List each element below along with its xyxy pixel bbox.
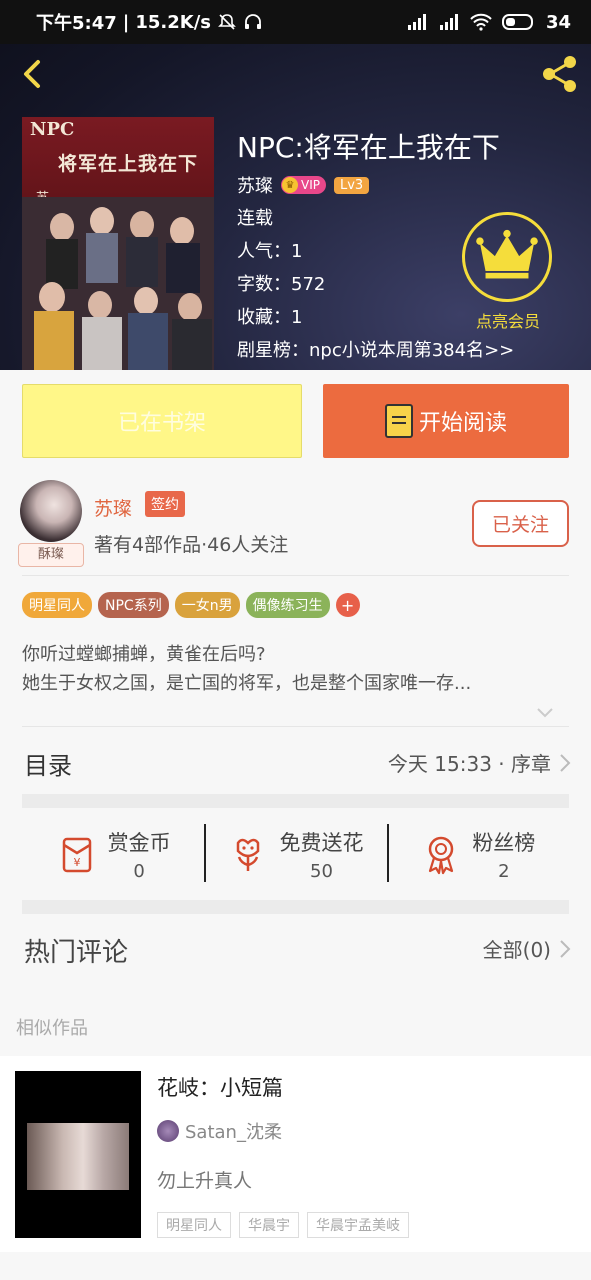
divider: [22, 575, 569, 576]
toc-latest-chapter: 今天 15:33 · 序章: [387, 752, 551, 776]
book-word-count: 字数：572: [237, 274, 326, 295]
signal-icon: [439, 14, 458, 30]
start-reading-label: 开始阅读: [418, 411, 507, 436]
avatar-name-tag: 酥璨: [18, 543, 84, 567]
mute-icon: [218, 14, 236, 30]
similar-works-heading: 相似作品: [16, 1018, 88, 1039]
back-arrow-icon[interactable]: [12, 52, 52, 96]
section-separator: [22, 794, 569, 808]
add-tag-button[interactable]: +: [335, 593, 360, 617]
chevron-right-icon: [560, 939, 571, 958]
all-comments-link: 全部(0): [482, 938, 551, 962]
followed-button[interactable]: 已关注: [472, 500, 569, 547]
author-card[interactable]: 酥璨 苏璨 签约 著有4部作品·46人关注 已关注: [0, 470, 591, 575]
cover-title-text: 将军在上我在下: [58, 153, 199, 175]
table-of-contents-row[interactable]: 目录 今天 15:33 · 序章: [0, 728, 591, 794]
cover-group-photo: [22, 197, 214, 370]
book-header: 下午5:47 | 15.2K/s 34 NPC 将军在上我在下 苏璨: [0, 0, 591, 370]
similar-work-author[interactable]: Satan_沈柔: [157, 1118, 282, 1144]
toc-label: 目录: [24, 752, 72, 780]
book-icon: [384, 404, 413, 438]
crown-icon: ♛: [282, 177, 298, 193]
description-line: 她生于女权之国，是亡国的将军，也是整个国家唯一存...: [22, 673, 472, 694]
similar-author-name: Satan_沈柔: [185, 1122, 282, 1143]
similar-work-card[interactable]: 花岐：小短篇 Satan_沈柔 勿上升真人 明星同人 华晨宇 华晨宇孟美岐: [0, 1056, 591, 1252]
similar-cover-photo: [27, 1123, 129, 1190]
tag-item[interactable]: 一女n男: [174, 592, 240, 618]
network-speed: 15.2K/s: [135, 11, 212, 33]
tag-item[interactable]: 明星同人: [22, 592, 92, 618]
hot-comments-row[interactable]: 热门评论 全部(0): [0, 916, 591, 982]
similar-work-cover[interactable]: [15, 1071, 141, 1238]
expand-chevron-icon[interactable]: [535, 702, 555, 722]
tag-list: 明星同人 NPC系列 一女n男 偶像练习生 +: [22, 592, 360, 618]
fan-ranking-button[interactable]: 粉丝榜 2: [386, 810, 569, 898]
tag-item[interactable]: 偶像练习生: [245, 592, 330, 618]
chevron-right-icon: [560, 753, 571, 772]
book-author[interactable]: 苏璨: [237, 172, 273, 198]
nav-bar: [0, 44, 591, 104]
headset-icon: [245, 14, 262, 29]
author-avatar[interactable]: [20, 480, 82, 542]
similar-work-title: 花岐：小短篇: [157, 1076, 283, 1100]
medal-icon: [429, 836, 454, 875]
vip-member-label[interactable]: 点亮会员: [463, 308, 553, 332]
free-flower-button[interactable]: 免费送花 50: [204, 810, 386, 898]
book-author-row: 苏璨 ♛ VIP Lv3: [237, 172, 370, 198]
book-description[interactable]: 你听过螳螂捕蝉，黄雀在后吗? 她生于女权之国，是亡国的将军，也是整个国家唯一存.…: [22, 640, 562, 698]
book-ranking-link[interactable]: 剧星榜：npc小说本周第384名>>: [237, 336, 514, 362]
wifi-icon: [470, 13, 492, 31]
interaction-stats: ¥ 赏金币 0 免费送花 50 粉丝榜 2: [22, 810, 569, 898]
similar-tag[interactable]: 明星同人: [157, 1212, 231, 1238]
vip-badge: ♛ VIP: [281, 176, 326, 194]
author-name[interactable]: 苏璨: [94, 494, 132, 521]
similar-work-desc: 勿上升真人: [157, 1170, 253, 1192]
cover-npc-text: NPC: [30, 119, 75, 140]
status-time: 下午5:47: [36, 13, 117, 34]
on-shelf-label: 已在书架: [117, 411, 206, 436]
signed-badge: 签约: [145, 491, 185, 517]
stat-name: 粉丝榜: [472, 830, 536, 855]
similar-work-tags: 明星同人 华晨宇 华晨宇孟美岐: [157, 1212, 409, 1238]
stat-name: 赏金币: [107, 830, 171, 855]
hot-comments-label: 热门评论: [24, 938, 129, 968]
similar-tag[interactable]: 华晨宇: [239, 1212, 299, 1238]
book-favorites: 收藏：1: [237, 307, 303, 328]
similar-tag[interactable]: 华晨宇孟美岐: [307, 1212, 409, 1238]
level-badge: Lv3: [333, 176, 370, 194]
book-popularity: 人气：1: [237, 241, 303, 262]
red-envelope-icon: ¥: [62, 837, 91, 873]
book-cover[interactable]: NPC 将军在上我在下 苏璨: [22, 117, 214, 370]
stat-value: 2: [498, 860, 510, 882]
signal-hd-icon: [407, 14, 426, 30]
tag-item[interactable]: NPC系列: [98, 592, 169, 618]
divider: [22, 726, 569, 727]
section-separator: [22, 900, 569, 914]
share-icon[interactable]: [537, 52, 583, 96]
book-title: NPC:将军在上我在下: [237, 131, 500, 164]
reward-coins-button[interactable]: ¥ 赏金币 0: [22, 810, 204, 898]
stat-value: 0: [133, 860, 145, 882]
followed-label: 已关注: [491, 514, 549, 536]
battery-icon: [501, 14, 533, 30]
author-info: 著有4部作品·46人关注: [94, 534, 289, 556]
book-status: 连载: [237, 208, 273, 229]
stat-value: 50: [310, 860, 333, 882]
svg-text:¥: ¥: [73, 856, 80, 869]
vip-crown-icon[interactable]: [462, 212, 552, 302]
vip-badge-label: VIP: [301, 178, 320, 192]
similar-author-avatar: [157, 1120, 179, 1142]
battery-level: 34: [545, 11, 571, 33]
flower-icon: [237, 838, 260, 871]
start-reading-button[interactable]: 开始阅读: [323, 384, 569, 458]
description-line: 你听过螳螂捕蝉，黄雀在后吗?: [22, 644, 266, 665]
stat-name: 免费送花: [279, 830, 364, 855]
status-bar: 下午5:47 | 15.2K/s 34: [0, 0, 591, 44]
on-shelf-button[interactable]: 已在书架: [22, 384, 302, 458]
